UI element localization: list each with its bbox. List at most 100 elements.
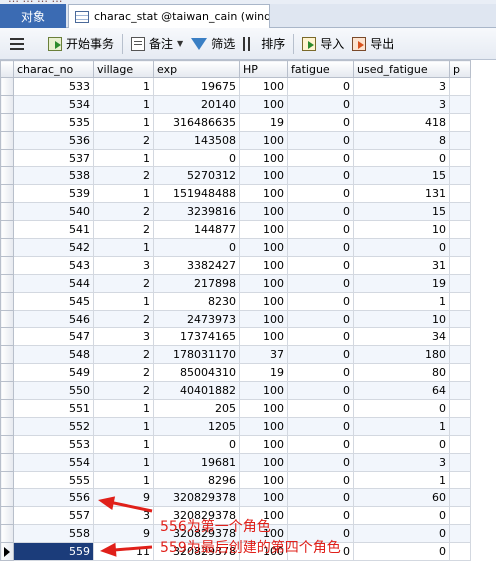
cell-charac-no[interactable]: 545 (13, 291, 94, 311)
cell-charac-no[interactable]: 557 (13, 506, 94, 526)
cell-fatigue[interactable]: 0 (287, 488, 354, 508)
cell-truncated[interactable] (449, 184, 471, 204)
table-row[interactable]: 547 3 17374165 100 0 34 (0, 327, 471, 347)
cell-truncated[interactable] (449, 345, 471, 365)
table-row[interactable]: 536 2 143508 100 0 8 (0, 130, 471, 150)
cell-fatigue[interactable]: 0 (287, 273, 354, 293)
table-row[interactable]: 550 2 40401882 100 0 64 (0, 381, 471, 401)
cell-village[interactable]: 1 (93, 470, 154, 490)
cell-hp[interactable]: 100 (239, 130, 288, 150)
cell-fatigue[interactable]: 0 (287, 94, 354, 114)
cell-truncated[interactable] (449, 363, 471, 383)
cell-hp[interactable]: 100 (239, 202, 288, 222)
table-row[interactable]: 538 2 5270312 100 0 15 (0, 166, 471, 186)
cell-used-fatigue[interactable]: 3 (353, 77, 450, 96)
row-indicator[interactable] (0, 345, 14, 365)
cell-village[interactable]: 2 (93, 220, 154, 240)
row-indicator[interactable] (0, 452, 14, 472)
cell-used-fatigue[interactable]: 0 (353, 524, 450, 544)
row-indicator[interactable] (0, 291, 14, 311)
cell-exp[interactable]: 17374165 (153, 327, 240, 347)
column-header-exp[interactable]: exp (153, 60, 240, 78)
cell-fatigue[interactable]: 0 (287, 345, 354, 365)
column-header-village[interactable]: village (93, 60, 154, 78)
cell-fatigue[interactable]: 0 (287, 381, 354, 401)
cell-village[interactable]: 1 (93, 148, 154, 168)
row-indicator[interactable] (0, 381, 14, 401)
cell-hp[interactable]: 100 (239, 166, 288, 186)
cell-truncated[interactable] (449, 524, 471, 544)
cell-fatigue[interactable]: 0 (287, 416, 354, 436)
cell-village[interactable]: 2 (93, 363, 154, 383)
cell-truncated[interactable] (449, 327, 471, 347)
row-indicator[interactable] (0, 470, 14, 490)
cell-hp[interactable]: 100 (239, 238, 288, 257)
table-row[interactable]: 556 9 320829378 100 0 60 (0, 488, 471, 508)
cell-truncated[interactable] (449, 220, 471, 240)
cell-fatigue[interactable]: 0 (287, 399, 354, 418)
cell-charac-no[interactable]: 556 (13, 488, 94, 508)
cell-truncated[interactable] (449, 148, 471, 168)
cell-exp[interactable]: 5270312 (153, 166, 240, 186)
cell-charac-no[interactable]: 538 (13, 166, 94, 186)
row-indicator[interactable] (0, 77, 14, 96)
cell-truncated[interactable] (449, 166, 471, 186)
column-header-charac-no[interactable]: charac_no (13, 60, 94, 78)
row-indicator[interactable] (0, 255, 14, 275)
cell-hp[interactable]: 100 (239, 94, 288, 114)
cell-used-fatigue[interactable]: 19 (353, 273, 450, 293)
cell-used-fatigue[interactable]: 8 (353, 130, 450, 150)
filter-button[interactable]: 筛选 (187, 32, 239, 56)
table-row[interactable]: 544 2 217898 100 0 19 (0, 273, 471, 293)
cell-used-fatigue[interactable]: 34 (353, 327, 450, 347)
cell-used-fatigue[interactable]: 0 (353, 238, 450, 257)
cell-village[interactable]: 1 (93, 291, 154, 311)
cell-fatigue[interactable]: 0 (287, 363, 354, 383)
cell-fatigue[interactable]: 0 (287, 148, 354, 168)
cell-used-fatigue[interactable]: 10 (353, 220, 450, 240)
table-row[interactable]: 554 1 19681 100 0 3 (0, 452, 471, 472)
column-header-fatigue[interactable]: fatigue (287, 60, 354, 78)
cell-hp[interactable]: 100 (239, 488, 288, 508)
cell-fatigue[interactable]: 0 (287, 166, 354, 186)
cell-hp[interactable]: 100 (239, 452, 288, 472)
cell-charac-no[interactable]: 549 (13, 363, 94, 383)
row-indicator[interactable] (0, 184, 14, 204)
table-row[interactable]: 552 1 1205 100 0 1 (0, 416, 471, 436)
cell-hp[interactable]: 100 (239, 77, 288, 96)
cell-hp[interactable]: 100 (239, 220, 288, 240)
cell-village[interactable]: 1 (93, 452, 154, 472)
cell-exp[interactable]: 3382427 (153, 255, 240, 275)
export-button[interactable]: 导出 (348, 32, 398, 56)
cell-village[interactable]: 1 (93, 112, 154, 132)
cell-hp[interactable]: 19 (239, 112, 288, 132)
cell-truncated[interactable] (449, 434, 471, 454)
row-indicator[interactable] (0, 327, 14, 347)
table-row[interactable]: 540 2 3239816 100 0 15 (0, 202, 471, 222)
cell-exp[interactable]: 19681 (153, 452, 240, 472)
cell-truncated[interactable] (449, 309, 471, 329)
cell-charac-no[interactable]: 555 (13, 470, 94, 490)
cell-fatigue[interactable]: 0 (287, 434, 354, 454)
cell-hp[interactable]: 19 (239, 363, 288, 383)
cell-fatigue[interactable]: 0 (287, 309, 354, 329)
cell-hp[interactable]: 100 (239, 416, 288, 436)
cell-village[interactable]: 2 (93, 130, 154, 150)
import-button[interactable]: 导入 (298, 32, 348, 56)
cell-charac-no[interactable]: 540 (13, 202, 94, 222)
row-indicator[interactable] (0, 363, 14, 383)
row-indicator[interactable] (0, 112, 14, 132)
begin-transaction-button[interactable]: 开始事务 (44, 32, 118, 56)
cell-used-fatigue[interactable]: 0 (353, 434, 450, 454)
cell-charac-no[interactable]: 559 (13, 542, 94, 562)
cell-charac-no[interactable]: 547 (13, 327, 94, 347)
cell-charac-no[interactable]: 533 (13, 77, 94, 96)
cell-charac-no[interactable]: 551 (13, 399, 94, 418)
cell-village[interactable]: 1 (93, 77, 154, 96)
cell-used-fatigue[interactable]: 0 (353, 542, 450, 562)
cell-used-fatigue[interactable]: 0 (353, 399, 450, 418)
cell-used-fatigue[interactable]: 131 (353, 184, 450, 204)
cell-exp[interactable]: 205 (153, 399, 240, 418)
cell-truncated[interactable] (449, 255, 471, 275)
cell-exp[interactable]: 316486635 (153, 112, 240, 132)
